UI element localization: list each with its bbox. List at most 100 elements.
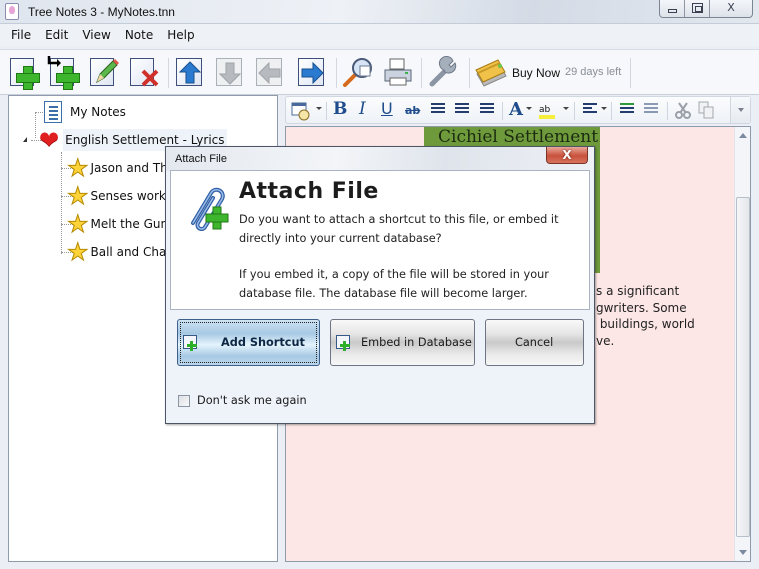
move-left-button[interactable] [254,56,286,88]
note-body-text: s a significant gwriters. Some buildings,… [596,284,695,348]
cancel-label: Cancel [515,336,554,349]
delete-x-icon [141,69,159,87]
printer-icon [384,58,412,86]
menu-help[interactable]: Help [160,24,201,46]
menu-file[interactable]: File [4,24,38,46]
editor-vertical-scrollbar[interactable] [734,127,750,561]
arrow-right-icon [301,62,324,84]
arrow-left-icon [258,62,281,84]
bullet-list-icon[interactable] [431,103,445,115]
tree-item-label: My Notes [70,105,126,119]
chevron-down-icon[interactable] [316,107,322,110]
dialog-title-bar: Attach File X [166,147,594,171]
main-toolbar: Buy Now 29 days left [0,49,759,95]
dialog-title: Attach File [175,153,227,165]
image-caption: Cichiel Settlement [438,127,599,147]
title-bar: Tree Notes 3 - MyNotes.tnn X [0,0,759,24]
dialog-close-button[interactable]: X [546,147,588,164]
highlight-icon[interactable]: ab [539,101,555,119]
numbered-list-icon[interactable] [455,103,469,115]
menu-edit[interactable]: Edit [38,24,75,46]
toolbar-separator [168,58,169,88]
paperclip-attach-icon [191,187,229,231]
dialog-message-question: Do you want to attach a shortcut to this… [239,213,559,245]
print-button[interactable] [382,56,414,88]
star-icon: ★ [67,238,89,266]
arrow-down-icon [219,62,241,85]
window-title: Tree Notes 3 - MyNotes.tnn [28,5,175,19]
magnifier-icon [343,58,372,87]
cancel-button[interactable]: Cancel [485,319,584,366]
multilevel-list-icon[interactable] [480,103,494,115]
font-color-button[interactable]: A [509,101,523,119]
add-icon [16,66,40,90]
pencil-icon [96,59,119,84]
app-lightbulb-icon [5,3,19,20]
scrollbar-thumb[interactable] [736,197,750,537]
heart-icon: ❤ [39,126,60,154]
outdent-icon[interactable] [644,103,658,115]
bold-button[interactable]: B [333,101,347,118]
arrow-up-icon [179,61,201,84]
move-right-button[interactable] [296,56,328,88]
search-button[interactable] [342,56,374,88]
tree-item-child[interactable]: ★ Ball and Chain [67,238,178,266]
minimize-icon [668,9,677,13]
new-child-note-button[interactable] [47,56,80,90]
dont-ask-again-label[interactable]: Don't ask me again [197,394,307,407]
chevron-down-icon[interactable] [526,107,532,110]
collapse-toggle[interactable] [23,137,27,142]
shortcut-add-icon [183,335,197,351]
tree-item-child[interactable]: ★ Melt the Guns [67,211,175,237]
notes-icon [44,101,62,123]
toolbar-separator [421,58,422,88]
chevron-down-icon[interactable] [563,107,569,110]
move-up-button[interactable] [174,56,206,88]
minimize-button[interactable] [660,0,685,17]
scroll-up-arrow-icon[interactable] [739,133,747,138]
tree-item-my-notes[interactable]: My Notes [44,99,126,125]
embed-add-icon [336,335,350,351]
options-button[interactable] [427,55,459,88]
close-icon: X [727,1,735,14]
scissors-icon[interactable] [675,101,691,119]
close-window-button[interactable]: X [710,0,752,17]
new-note-button[interactable] [8,56,40,90]
copy-icon[interactable] [698,101,716,119]
strikethrough-button[interactable]: ab [405,105,420,116]
delete-note-button[interactable] [128,56,160,88]
add-shortcut-label: Add Shortcut [221,336,305,349]
maximize-icon [692,3,703,13]
buy-now-label[interactable]: Buy Now [512,66,560,80]
menu-bar: File Edit View Note Help [0,24,759,46]
menu-note[interactable]: Note [118,24,160,46]
buy-now-button[interactable] [474,56,507,88]
edit-note-button[interactable] [88,56,120,88]
add-shortcut-button[interactable]: Add Shortcut [177,319,320,366]
dont-ask-again-checkbox[interactable] [178,394,190,407]
wrench-icon [429,55,457,87]
toolbar-separator [469,58,470,88]
menu-view[interactable]: View [75,24,117,46]
tree-item-label: Melt the Guns [90,217,175,231]
underline-button[interactable]: U [381,101,393,117]
credit-card-icon [475,59,507,87]
dialog-heading: Attach File [239,179,379,204]
chevron-down-icon[interactable] [601,107,607,110]
toolbar-separator [336,58,337,88]
indent-icon[interactable] [620,103,634,115]
trial-days-left: 29 days left [565,66,622,78]
embed-in-database-button[interactable]: Embed in Database [330,319,475,366]
maximize-button[interactable] [685,0,710,17]
italic-button[interactable]: I [359,101,366,118]
move-down-button[interactable] [214,56,246,88]
toolbar-overflow-button[interactable] [730,97,750,123]
star-icon: ★ [67,182,89,210]
toolbar-separator [630,58,631,88]
dont-ask-again-row[interactable]: Don't ask me again [178,394,307,407]
calendar-clock-icon[interactable] [291,101,311,121]
star-icon: ★ [67,154,89,182]
align-left-icon[interactable] [583,103,597,115]
dialog-message-note: If you embed it, a copy of the file will… [239,268,549,300]
scroll-down-arrow-icon[interactable] [739,550,747,555]
